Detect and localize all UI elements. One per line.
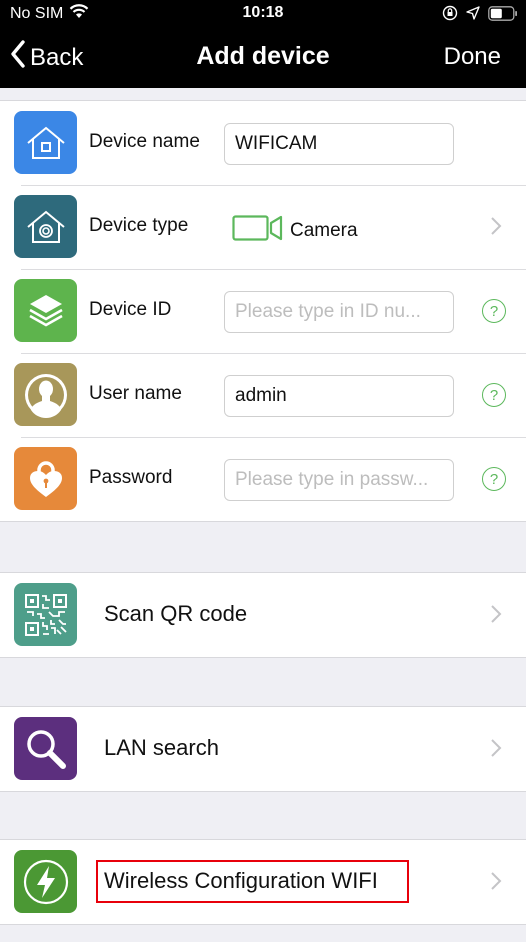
- wireless-config-group: Wireless Configuration WIFI: [0, 839, 526, 925]
- help-icon[interactable]: ?: [482, 467, 506, 491]
- device-name-row: Device name: [0, 101, 526, 185]
- scan-qr-label: Scan QR code: [104, 601, 248, 626]
- help-icon[interactable]: ?: [482, 299, 506, 323]
- back-label: Back: [30, 43, 84, 71]
- magnifier-icon: [14, 717, 77, 780]
- house-icon: [14, 111, 77, 174]
- device-name-input[interactable]: [224, 123, 454, 165]
- chevron-right-icon[interactable]: [490, 215, 502, 242]
- lan-search-group: LAN search: [0, 706, 526, 792]
- chevron-right-icon[interactable]: [490, 737, 502, 764]
- back-button[interactable]: Back: [10, 40, 83, 75]
- wireless-config-label: Wireless Configuration WIFI: [104, 868, 378, 893]
- battery-icon: [488, 5, 518, 26]
- lan-search-label: LAN search: [104, 735, 219, 760]
- chevron-right-icon[interactable]: [490, 603, 502, 630]
- done-button[interactable]: Done: [444, 43, 501, 71]
- device-type-row[interactable]: Device type Camera: [0, 185, 526, 269]
- device-name-label: Device name: [89, 131, 200, 152]
- device-type-selector[interactable]: Camera: [232, 215, 358, 247]
- device-type-label: Device type: [89, 215, 189, 236]
- device-id-row: Device ID ?: [0, 269, 526, 353]
- password-row: Password ?: [0, 437, 526, 521]
- lan-search-row[interactable]: LAN search: [0, 707, 526, 791]
- help-icon[interactable]: ?: [482, 383, 506, 407]
- user-name-input[interactable]: [224, 375, 454, 417]
- password-label: Password: [89, 467, 173, 488]
- house-camera-icon: [14, 195, 77, 258]
- heart-lock-icon: [14, 447, 77, 510]
- password-input[interactable]: [224, 459, 454, 501]
- chevron-right-icon[interactable]: [490, 870, 502, 897]
- layers-icon: [14, 279, 77, 342]
- chevron-left-icon: [10, 40, 26, 75]
- navigation-bar: Back Add device Done: [0, 28, 526, 88]
- location-icon: [466, 6, 480, 25]
- user-name-label: User name: [89, 383, 182, 404]
- wireless-config-row[interactable]: Wireless Configuration WIFI: [0, 840, 526, 924]
- scan-qr-group: Scan QR code: [0, 572, 526, 658]
- user-icon: [14, 363, 77, 426]
- qr-code-icon: [14, 583, 77, 646]
- device-id-input[interactable]: [224, 291, 454, 333]
- device-id-label: Device ID: [89, 299, 172, 320]
- device-form: Device name Device type Camera Device I: [0, 100, 526, 522]
- device-type-value: Camera: [290, 220, 358, 241]
- user-name-row: User name ?: [0, 353, 526, 437]
- camera-icon: [232, 215, 286, 247]
- lightning-icon: [14, 850, 77, 913]
- orientation-lock-icon: [442, 5, 458, 26]
- content: Device name Device type Camera Device I: [0, 88, 526, 942]
- status-bar: No SIM 10:18: [0, 0, 526, 28]
- scan-qr-row[interactable]: Scan QR code: [0, 573, 526, 657]
